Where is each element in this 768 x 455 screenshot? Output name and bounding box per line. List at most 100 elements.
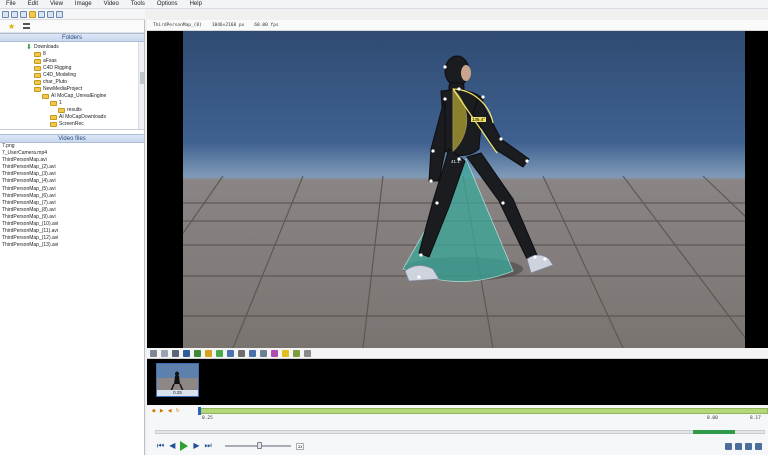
speed-slider[interactable] bbox=[224, 442, 291, 449]
download-icon: ⬇ bbox=[26, 43, 32, 51]
brush-icon[interactable] bbox=[282, 349, 289, 357]
single-view-icon[interactable] bbox=[725, 443, 732, 450]
skip-start-icon[interactable]: ⏮ bbox=[157, 441, 164, 451]
list-item[interactable]: ThirdPersonMap_(5).avi bbox=[0, 186, 144, 193]
menu-file[interactable]: File bbox=[0, 1, 22, 7]
menu-options[interactable]: Options bbox=[151, 1, 184, 7]
step-forward-icon[interactable]: ▶ bbox=[193, 441, 199, 451]
arrow-icon[interactable] bbox=[227, 349, 234, 357]
step-back-icon[interactable]: ◀ bbox=[169, 441, 175, 451]
camera-icon[interactable] bbox=[172, 349, 179, 357]
list-item[interactable]: 7.png bbox=[0, 143, 144, 150]
tree-item-label: char_Pluto bbox=[43, 79, 67, 85]
list-item[interactable]: ThirdPersonMap_(11).avi bbox=[0, 228, 144, 235]
timeline-range-bar[interactable] bbox=[198, 408, 768, 414]
menu-tools[interactable]: Tools bbox=[125, 1, 151, 7]
folder-open-icon[interactable] bbox=[29, 10, 36, 18]
list-item[interactable]: ThirdPersonMap_(10).avi bbox=[0, 221, 144, 228]
tree-item[interactable]: results bbox=[58, 107, 82, 114]
marker-icon[interactable] bbox=[205, 349, 212, 357]
angle-icon[interactable] bbox=[249, 349, 256, 357]
position-track[interactable] bbox=[155, 430, 765, 434]
list-item[interactable]: ThirdPersonMap_(12).avi bbox=[0, 235, 144, 242]
list-item[interactable]: ThirdPersonMap_(13).avi bbox=[0, 242, 144, 249]
tree-item[interactable]: AI MoCapDownloads bbox=[50, 114, 106, 121]
list-item[interactable]: ThirdPersonMap_(2).avi bbox=[0, 164, 144, 171]
favorites-bar: ★ bbox=[0, 20, 144, 33]
open-file-icon[interactable] bbox=[2, 10, 9, 18]
compare-view-icon[interactable] bbox=[735, 443, 742, 450]
loop-icon[interactable]: ↻ bbox=[176, 408, 180, 414]
keyframe-thumbnail[interactable]: 0.25 bbox=[156, 363, 199, 397]
list-item[interactable]: ThirdPersonMap_(3).avi bbox=[0, 171, 144, 178]
tree-item[interactable]: 1 bbox=[50, 100, 62, 107]
split-view-icon[interactable] bbox=[20, 10, 27, 18]
new-window-icon[interactable] bbox=[11, 10, 18, 18]
tree-item-label: aFxas bbox=[43, 58, 57, 64]
list-item[interactable]: ThirdPersonMap_(9).avi bbox=[0, 214, 144, 221]
list-item[interactable]: ThirdPersonMap.avi bbox=[0, 157, 144, 164]
viewer-margin bbox=[745, 31, 768, 348]
speed-value: 1x bbox=[295, 442, 305, 450]
tree-scrollbar[interactable] bbox=[138, 42, 144, 129]
menu-view[interactable]: View bbox=[44, 1, 69, 7]
tree-item[interactable]: char_Pluto bbox=[34, 79, 67, 86]
tree-item[interactable]: AI MoCap_UnrealEngine bbox=[42, 93, 106, 100]
star-icon[interactable]: ★ bbox=[8, 22, 15, 31]
line-icon[interactable] bbox=[216, 349, 223, 357]
upper-angle-label: 136.4° bbox=[471, 117, 487, 122]
timeline-tools: ◆ ▶ ◀ ↻ bbox=[152, 408, 180, 414]
speed-slider-knob[interactable] bbox=[256, 442, 262, 449]
crosshair-icon[interactable] bbox=[238, 349, 245, 357]
tree-item[interactable]: C4D_Modeling bbox=[34, 72, 76, 79]
list-item[interactable]: ThirdPersonMap_(6).avi bbox=[0, 193, 144, 200]
skip-end-icon[interactable]: ⏭ bbox=[205, 441, 212, 451]
list-item[interactable]: ThirdPersonMap_(4).avi bbox=[0, 178, 144, 185]
gear-icon[interactable] bbox=[150, 349, 157, 357]
record-icon[interactable] bbox=[183, 349, 190, 357]
measure-icon[interactable] bbox=[293, 349, 300, 357]
tree-item-label: NewMediaProject bbox=[43, 86, 83, 92]
menu-video[interactable]: Video bbox=[98, 1, 125, 7]
video-frame[interactable]: 136.4° 41.1° bbox=[183, 31, 745, 348]
scroll-thumb[interactable] bbox=[140, 72, 144, 84]
timeline-start-label: 0.25 bbox=[202, 416, 213, 421]
menu-image[interactable]: Image bbox=[69, 1, 98, 7]
keyframe-add-icon[interactable]: ◆ bbox=[152, 408, 156, 414]
camera-icon[interactable] bbox=[56, 10, 63, 18]
circle-icon[interactable] bbox=[260, 349, 267, 357]
grid-icon[interactable] bbox=[161, 349, 168, 357]
tree-item[interactable]: ScreenRec bbox=[50, 121, 84, 128]
player-controls: ⏮ ◀ ▶ ⏭ 1x bbox=[157, 441, 305, 451]
eraser-icon[interactable] bbox=[304, 349, 311, 357]
tree-item-downloads[interactable]: ⬇ Downloads bbox=[26, 44, 59, 51]
fullscreen-icon[interactable] bbox=[755, 443, 762, 450]
video-viewer[interactable]: 136.4° 41.1° bbox=[147, 31, 768, 348]
tree-item[interactable]: 8 bbox=[34, 51, 46, 58]
list-item[interactable]: 7_UserCamera.mp4 bbox=[0, 150, 144, 157]
list-item[interactable]: ThirdPersonMap_(8).avi bbox=[0, 207, 144, 214]
export-icon[interactable] bbox=[47, 10, 54, 18]
playhead[interactable] bbox=[198, 407, 201, 415]
tree-item[interactable]: NewMediaProject bbox=[34, 86, 82, 93]
folder-icon bbox=[34, 87, 41, 92]
tree-item[interactable]: aFxas bbox=[34, 58, 57, 65]
drawing-tools bbox=[147, 348, 768, 359]
view-mode-icons bbox=[725, 443, 762, 450]
list-icon[interactable] bbox=[23, 23, 31, 29]
polyline-icon[interactable] bbox=[271, 349, 278, 357]
export-video-icon[interactable] bbox=[745, 443, 752, 450]
menu-help[interactable]: Help bbox=[184, 1, 208, 7]
menu-edit[interactable]: Edit bbox=[22, 1, 44, 7]
list-item[interactable]: ThirdPersonMap_(7).avi bbox=[0, 200, 144, 207]
video-files-header: Video files bbox=[0, 134, 144, 143]
tree-item[interactable]: C4D Rigging bbox=[34, 65, 71, 72]
folder-icon bbox=[34, 80, 41, 85]
pencil-icon[interactable] bbox=[194, 349, 201, 357]
thumbnail-image bbox=[157, 364, 198, 392]
explorer-panel: ★ Folders ⬇ Downloads 8 aFxas C4D Rigging… bbox=[0, 20, 145, 455]
marker-start-icon[interactable]: ▶ bbox=[160, 408, 164, 414]
play-icon[interactable] bbox=[180, 441, 189, 451]
marker-end-icon[interactable]: ◀ bbox=[168, 408, 172, 414]
save-icon[interactable] bbox=[38, 10, 45, 18]
